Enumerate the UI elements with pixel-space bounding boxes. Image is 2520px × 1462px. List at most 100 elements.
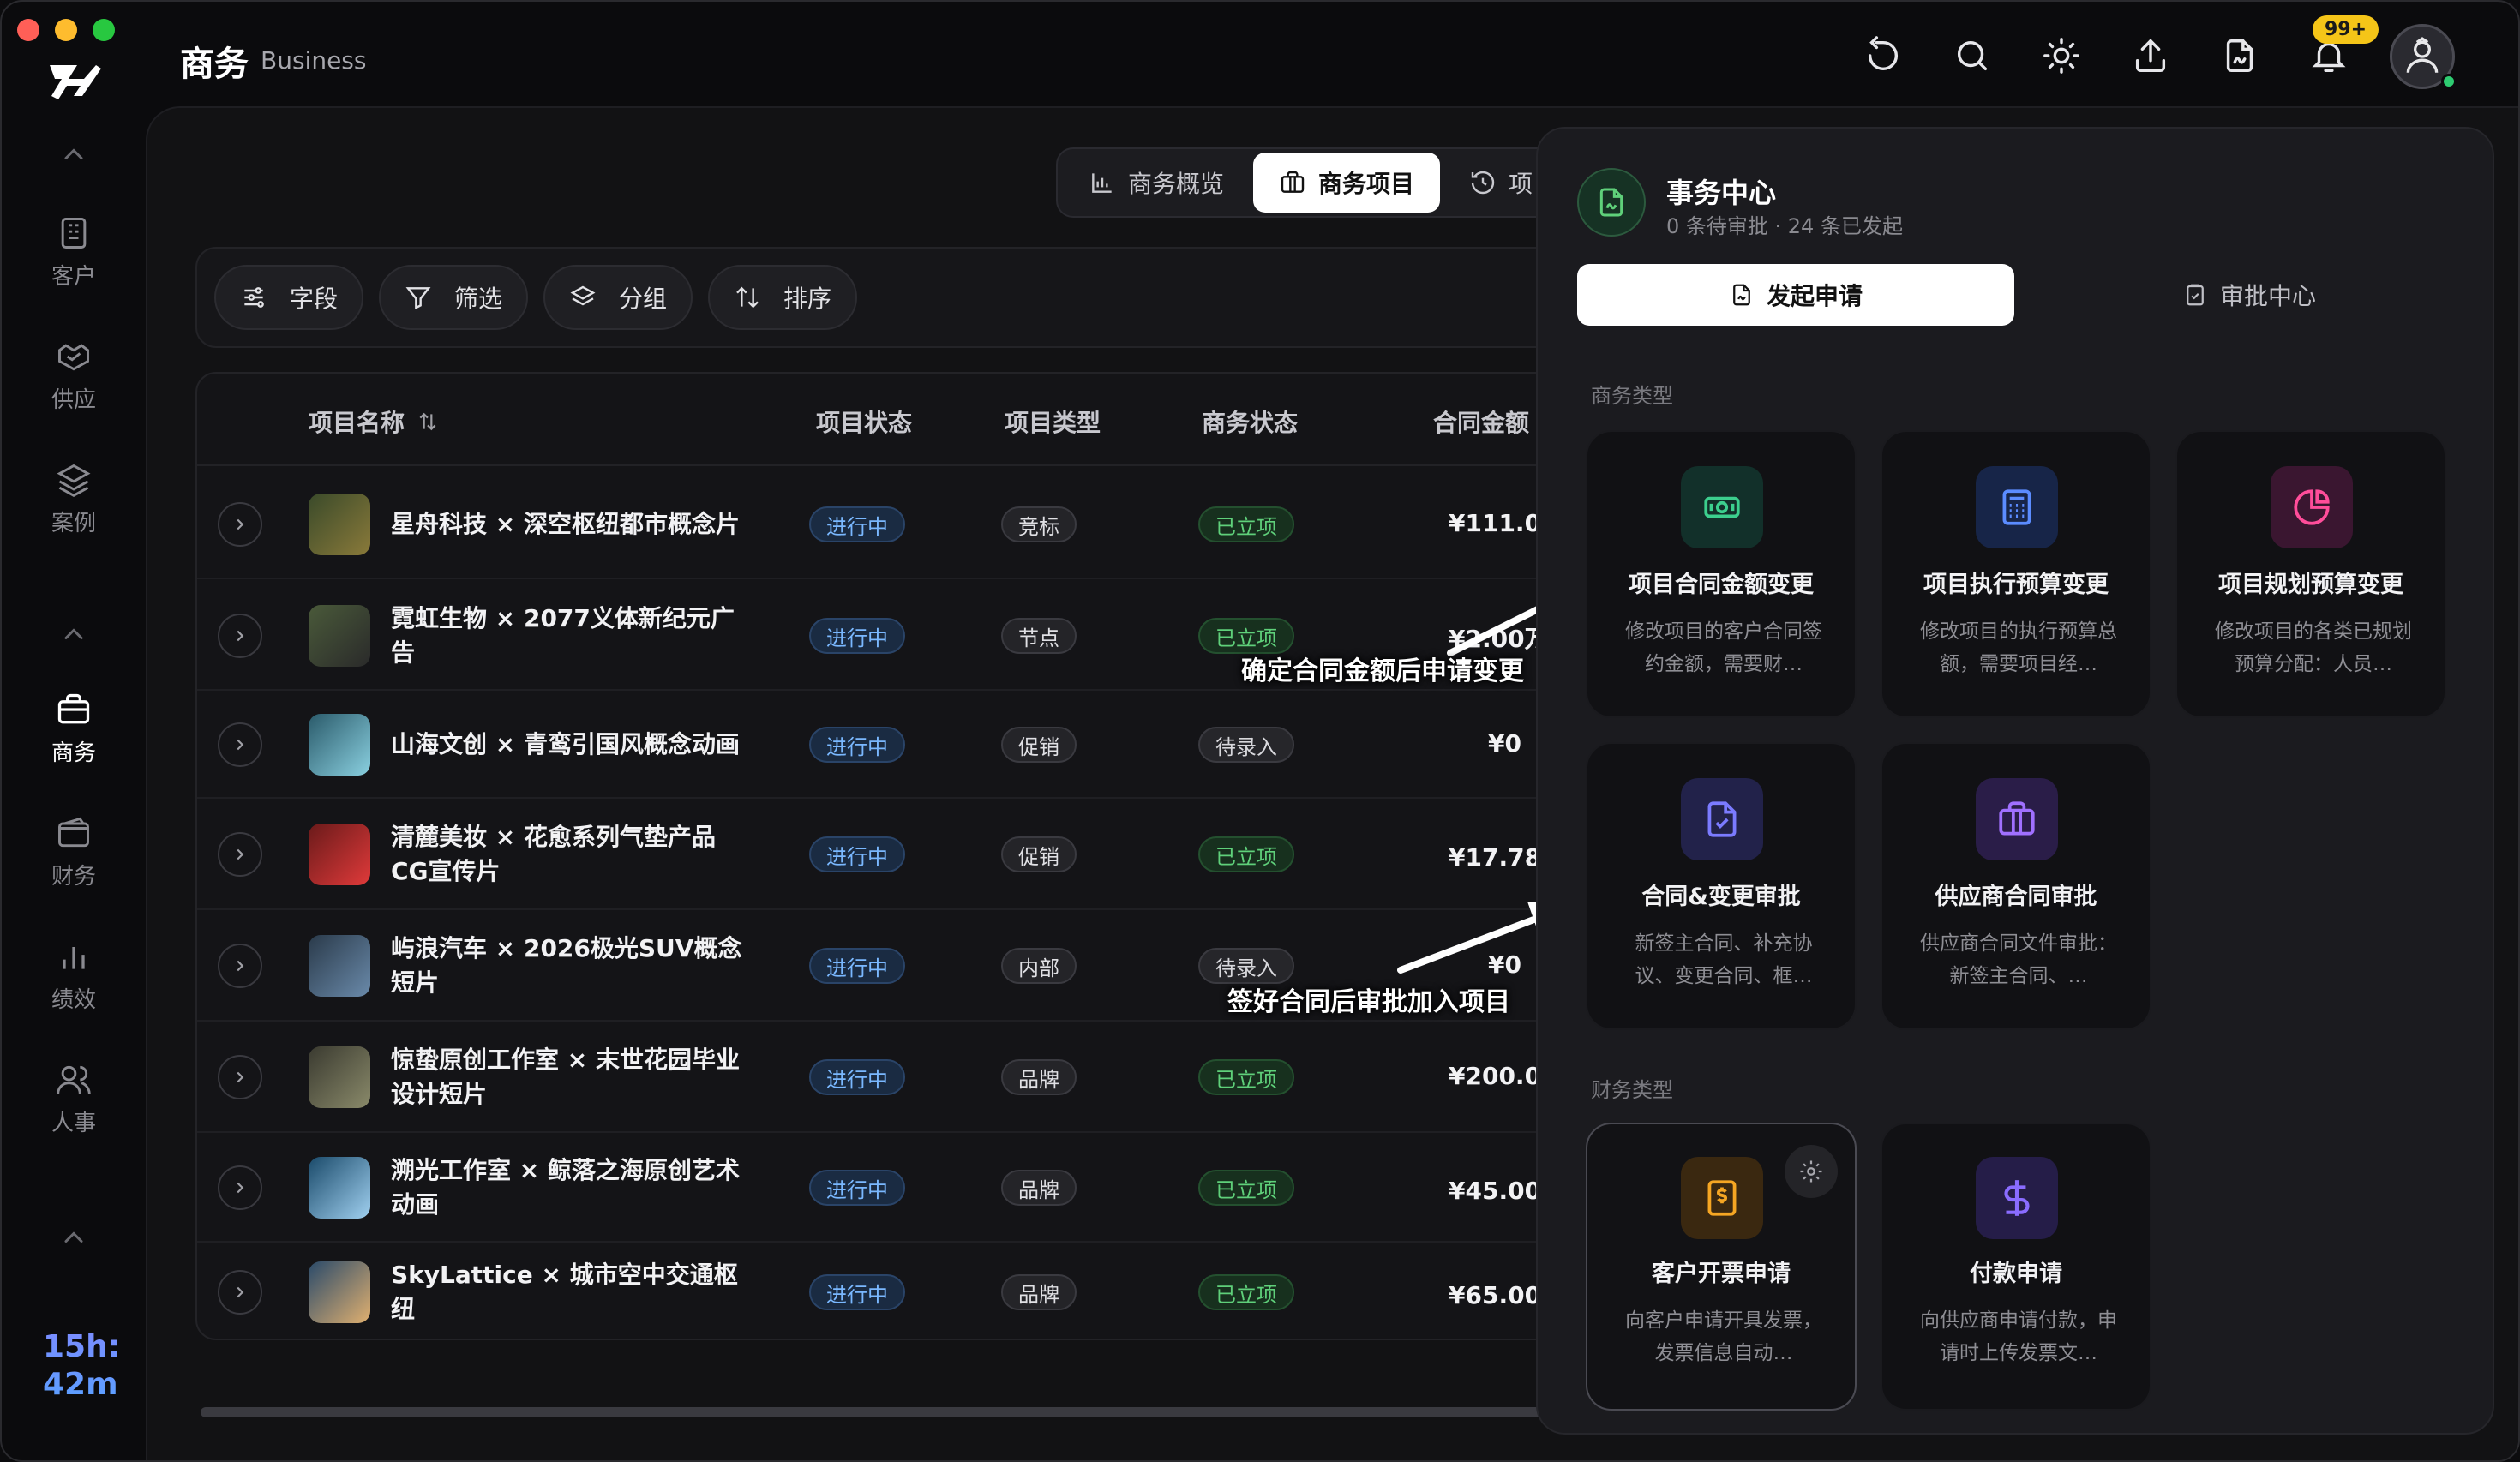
expand-row-button[interactable] xyxy=(218,1270,262,1315)
project-name[interactable]: 霓虹生物 × 2077义体新纪元广告 xyxy=(391,602,751,670)
app-logo-icon[interactable] xyxy=(43,57,105,105)
sidebar-item-label: 绩效 xyxy=(51,987,96,1013)
project-name[interactable]: 清麓美妆 × 花愈系列气垫产品CG宣传片 xyxy=(391,820,751,889)
tab-projects[interactable]: 商务项目 xyxy=(1253,153,1441,213)
project-thumbnail xyxy=(309,935,370,997)
refresh-icon[interactable] xyxy=(1863,36,1903,75)
project-type-badge: 竞标 xyxy=(1001,506,1077,542)
filter-button[interactable]: 筛选 xyxy=(379,265,529,330)
project-name[interactable]: SkyLattice × 城市空中交通枢纽 xyxy=(391,1258,751,1327)
horizontal-scrollbar[interactable] xyxy=(201,1407,1658,1417)
expand-row-button[interactable] xyxy=(218,944,262,988)
sidebar-item-cases[interactable]: 案例 xyxy=(2,461,146,537)
tab-overview[interactable]: 商务概览 xyxy=(1063,153,1250,213)
sun-icon[interactable] xyxy=(2042,36,2081,75)
project-thumbnail xyxy=(309,714,370,776)
project-name[interactable]: 惊蛰原创工作室 × 末世花园毕业设计短片 xyxy=(391,1043,751,1111)
table-row[interactable]: 溯光工作室 × 鲸落之海原创艺术动画 进行中 品牌 已立项 ¥45.00万 xyxy=(197,1133,1651,1243)
page-subtitle: Business xyxy=(261,46,367,75)
biz-status-badge: 已立项 xyxy=(1198,1274,1294,1310)
chevron-right-icon xyxy=(237,1286,244,1298)
column-header-status[interactable]: 项目状态 xyxy=(816,404,912,439)
group-button[interactable]: 分组 xyxy=(543,265,693,330)
wallet-icon xyxy=(58,817,89,848)
expand-row-button[interactable] xyxy=(218,832,262,877)
tab-initiate-request[interactable]: 发起申请 xyxy=(1577,264,2014,326)
project-name[interactable]: 山海文创 × 青鸾引国风概念动画 xyxy=(391,728,751,762)
fields-button[interactable]: 字段 xyxy=(214,265,364,330)
chevron-right-icon xyxy=(237,848,244,860)
column-header-type[interactable]: 项目类型 xyxy=(1005,404,1101,439)
expand-row-button[interactable] xyxy=(218,614,262,658)
gear-icon[interactable] xyxy=(1785,1145,1838,1198)
project-type-badge: 品牌 xyxy=(1001,1170,1077,1206)
card-customer-invoice-request[interactable]: 客户开票申请 向客户申请开具发票，发票信息自动… xyxy=(1586,1123,1857,1411)
sort-button[interactable]: 排序 xyxy=(708,265,858,330)
column-header-amount[interactable]: 合同金额 xyxy=(1433,404,1529,439)
table-row[interactable]: 惊蛰原创工作室 × 末世花园毕业设计短片 进行中 品牌 已立项 ¥200.00 xyxy=(197,1022,1651,1133)
sidebar-item-performance[interactable]: 绩效 xyxy=(2,938,146,1014)
project-thumbnail xyxy=(309,605,370,667)
project-name[interactable]: 星舟科技 × 深空枢纽都市概念片 xyxy=(391,507,751,542)
expand-row-button[interactable] xyxy=(218,1165,262,1210)
view-tabs: 商务概览 商务项目 项目 xyxy=(1056,147,1573,218)
sidebar-item-hr[interactable]: 人事 xyxy=(2,1061,146,1137)
sidebar-item-finance[interactable]: 财务 xyxy=(2,814,146,890)
chevron-up-icon[interactable] xyxy=(58,619,89,650)
card-planning-budget-change[interactable]: 项目规划预算变更 修改项目的各类已规划预算分配：人员… xyxy=(2175,430,2446,718)
panel-title: 事务中心 xyxy=(1666,177,1777,209)
table-row[interactable]: SkyLattice × 城市空中交通枢纽 进行中 品牌 已立项 ¥65.00万 xyxy=(197,1243,1651,1339)
sidebar-item-customers[interactable]: 客户 xyxy=(2,214,146,291)
expand-row-button[interactable] xyxy=(218,722,262,767)
upload-icon[interactable] xyxy=(2131,36,2170,75)
expand-row-button[interactable] xyxy=(218,1055,262,1099)
chevron-up-icon[interactable] xyxy=(58,1222,89,1253)
card-execution-budget-change[interactable]: 项目执行预算变更 修改项目的执行预算总额，需要项目经… xyxy=(1881,430,2151,718)
project-type-badge: 促销 xyxy=(1001,727,1077,763)
column-header-biz-status[interactable]: 商务状态 xyxy=(1202,404,1298,439)
sort-icon xyxy=(736,286,759,309)
document-sign-icon[interactable] xyxy=(2220,36,2259,75)
page-title: 商务 xyxy=(180,45,249,84)
project-status-badge: 进行中 xyxy=(809,1274,905,1310)
card-contract-amount-change[interactable]: 项目合同金额变更 修改项目的客户合同签约金额，需要财… xyxy=(1586,430,1857,718)
column-header-name[interactable]: 项目名称 xyxy=(309,404,439,439)
card-supplier-contract-approval[interactable]: 供应商合同审批 供应商合同文件审批：新签主合同、… xyxy=(1881,742,2151,1030)
table-row[interactable]: 星舟科技 × 深空枢纽都市概念片 进行中 竞标 已立项 ¥111.00 xyxy=(197,470,1651,579)
project-name[interactable]: 屿浪汽车 × 2026极光SUV概念短片 xyxy=(391,932,751,1000)
chevron-right-icon xyxy=(237,739,244,751)
project-status-badge: 进行中 xyxy=(809,836,905,872)
chevron-right-icon xyxy=(237,960,244,972)
card-contract-change-approval[interactable]: 合同&变更审批 新签主合同、补充协议、变更合同、框… xyxy=(1586,742,1857,1030)
annotation-amount-change: 确定合同金额后申请变更 xyxy=(1241,656,1524,686)
search-icon[interactable] xyxy=(1953,36,1992,75)
biz-status-badge: 已立项 xyxy=(1198,836,1294,872)
project-type-badge: 促销 xyxy=(1001,836,1077,872)
biz-status-badge: 已立项 xyxy=(1198,1170,1294,1206)
app-window: 客户 供应 案例 商务 财务 绩效 人事 15h: 42m 商务 Busines… xyxy=(0,0,2520,1462)
layers-icon xyxy=(57,464,91,498)
table-toolbar: 字段 筛选 分组 排序 xyxy=(195,247,1653,348)
project-type-badge: 内部 xyxy=(1001,948,1077,984)
tab-approval-center[interactable]: 审批中心 xyxy=(2043,264,2455,326)
chevron-up-icon[interactable] xyxy=(58,139,89,170)
chevron-right-icon xyxy=(237,1182,244,1194)
biz-status-badge: 待录入 xyxy=(1198,727,1294,763)
project-name[interactable]: 溯光工作室 × 鲸落之海原创艺术动画 xyxy=(391,1153,751,1222)
people-icon xyxy=(57,1065,91,1094)
project-status-badge: 进行中 xyxy=(809,506,905,542)
sort-icon[interactable] xyxy=(417,410,439,433)
card-payment-request[interactable]: 付款申请 向供应商申请付款，申请时上传发票文… xyxy=(1881,1123,2151,1411)
document-sign-icon xyxy=(1577,168,1646,237)
table-row[interactable]: 山海文创 × 青鸾引国风概念动画 进行中 促销 待录入 ¥0 xyxy=(197,691,1651,799)
expand-row-button[interactable] xyxy=(218,502,262,547)
invoice-dollar-icon xyxy=(1681,1157,1763,1239)
project-type-badge: 品牌 xyxy=(1001,1059,1077,1095)
sidebar-item-business[interactable]: 商务 xyxy=(2,691,146,767)
bar-chart-icon xyxy=(1092,173,1112,193)
project-type-badge: 节点 xyxy=(1001,618,1077,654)
file-check-icon xyxy=(1681,778,1763,860)
filter-icon xyxy=(405,287,431,309)
work-timer: 15h: 42m xyxy=(43,1329,121,1402)
sidebar-item-supply[interactable]: 供应 xyxy=(2,338,146,414)
